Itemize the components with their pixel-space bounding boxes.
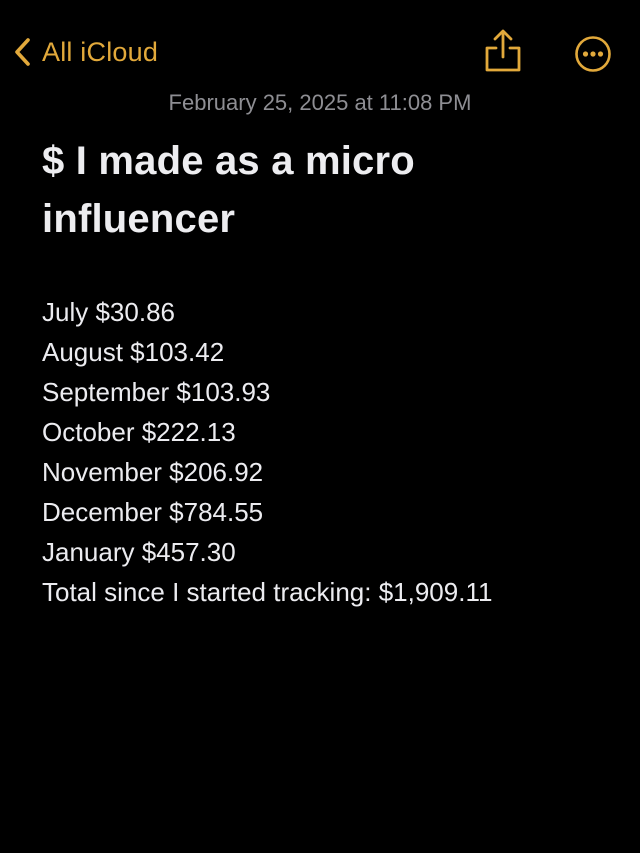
note-line: August $103.42 — [42, 337, 225, 367]
note-line: December $784.55 — [42, 497, 264, 527]
note-line: July $30.86 — [42, 297, 175, 327]
note-total-line: Total since I started tracking: $1,909.1… — [42, 577, 493, 607]
back-button[interactable]: All iCloud — [12, 32, 158, 72]
ellipsis-circle-icon — [574, 36, 612, 77]
note-title[interactable]: $ I made as a micro influencer — [42, 132, 602, 248]
chevron-left-icon — [12, 36, 34, 68]
more-options-button[interactable] — [574, 35, 612, 73]
share-icon — [483, 29, 523, 78]
note-body[interactable]: July $30.86 August $103.42 September $10… — [42, 292, 622, 612]
note-line: November $206.92 — [42, 457, 264, 487]
note-timestamp: February 25, 2025 at 11:08 PM — [168, 90, 472, 115]
note-line: September $103.93 — [42, 377, 271, 407]
note-line: January $457.30 — [42, 537, 236, 567]
back-button-label: All iCloud — [42, 36, 159, 67]
share-button[interactable] — [483, 28, 523, 74]
note-line: October $222.13 — [42, 417, 236, 447]
navigation-bar: All iCloud — [0, 0, 640, 100]
